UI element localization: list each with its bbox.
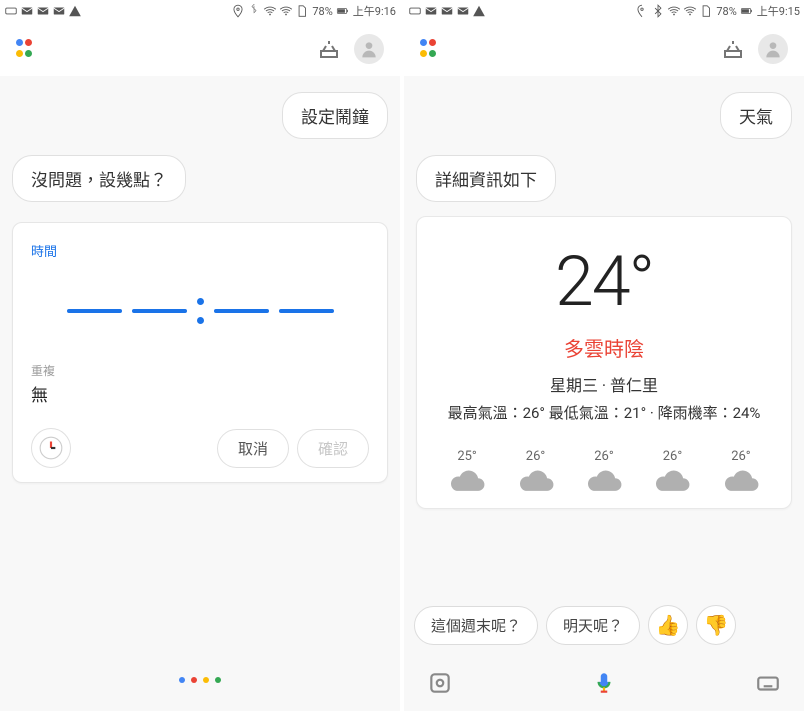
status-time: 上午9:16	[353, 3, 396, 19]
location-icon	[635, 4, 649, 18]
bluetooth-icon	[651, 4, 665, 18]
chip-thumbs-up[interactable]: 👍	[648, 605, 688, 645]
time-picker[interactable]	[31, 276, 369, 346]
phone-left: 78% 上午9:16 設定鬧鐘 沒問題，設幾點？ 時間	[0, 0, 400, 711]
repeat-label: 重複	[31, 362, 369, 379]
battery-percent: 78%	[312, 5, 332, 18]
wifi-icon	[263, 4, 277, 18]
user-message: 天氣	[720, 92, 792, 139]
account-avatar-icon[interactable]	[354, 34, 384, 64]
account-avatar-icon[interactable]	[758, 34, 788, 64]
sim-icon	[295, 4, 309, 18]
confirm-button: 確認	[297, 429, 369, 468]
cloud-icon	[653, 470, 691, 500]
forecast-day: 26°	[711, 449, 771, 500]
cancel-button[interactable]: 取消	[217, 429, 289, 468]
ime-icon	[408, 4, 422, 18]
explore-icon[interactable]	[314, 34, 344, 64]
alarm-card: 時間 重複 無 取消 確認	[12, 222, 388, 483]
assistant-header	[0, 22, 400, 76]
lens-icon[interactable]	[426, 669, 454, 697]
battery-icon	[739, 4, 753, 18]
warning-icon	[68, 4, 82, 18]
time-label: 時間	[31, 241, 369, 260]
weather-card[interactable]: 24° 多雲時陰 星期三 · 普仁里 最高氣溫：26° 最低氣溫：21° · 降…	[416, 216, 792, 509]
weather-condition: 多雲時陰	[433, 333, 775, 362]
ime-icon	[4, 4, 18, 18]
status-bar: 78% 上午9:16	[0, 0, 400, 22]
microphone-icon[interactable]	[590, 669, 618, 697]
forecast-day: 26°	[642, 449, 702, 500]
conversation-area: 天氣 詳細資訊如下 24° 多雲時陰 星期三 · 普仁里 最高氣溫：26° 最低…	[404, 76, 804, 595]
weather-range: 最高氣溫：26° 最低氣溫：21° · 降雨機率：24%	[433, 402, 775, 425]
forecast-day: 26°	[574, 449, 634, 500]
battery-percent: 78%	[716, 5, 736, 18]
forecast-day: 25°	[437, 449, 497, 500]
forecast-day: 26°	[505, 449, 565, 500]
forecast-temp: 25°	[457, 449, 476, 464]
hour-slot-1[interactable]	[67, 309, 122, 313]
keyboard-icon[interactable]	[754, 669, 782, 697]
explore-icon[interactable]	[718, 34, 748, 64]
suggestion-chips-row: 這個週末呢？ 明天呢？ 👍 👎	[404, 595, 804, 655]
mail-icon	[52, 4, 66, 18]
cloud-icon	[722, 470, 760, 500]
repeat-value[interactable]: 無	[31, 381, 369, 406]
mail-icon	[456, 4, 470, 18]
forecast-temp: 26°	[526, 449, 545, 464]
assistant-logo-icon	[420, 39, 440, 59]
cloud-icon	[585, 470, 623, 500]
user-message: 設定鬧鐘	[282, 92, 388, 139]
phone-right: 78% 上午9:15 天氣 詳細資訊如下 24° 多雲時陰 星期三 · 普仁里 …	[404, 0, 804, 711]
minute-slot-1[interactable]	[214, 309, 269, 313]
warning-icon	[472, 4, 486, 18]
wifi-icon	[279, 4, 293, 18]
time-colon	[197, 298, 204, 324]
cloud-icon	[517, 470, 555, 500]
mail-icon	[36, 4, 50, 18]
mail-icon	[424, 4, 438, 18]
forecast-temp: 26°	[663, 449, 682, 464]
chip-tomorrow[interactable]: 明天呢？	[546, 606, 640, 645]
clock-icon[interactable]	[31, 428, 71, 468]
weather-temperature: 24°	[433, 241, 775, 323]
forecast-temp: 26°	[731, 449, 750, 464]
wifi-icon	[683, 4, 697, 18]
weather-day-location: 星期三 · 普仁里	[433, 372, 775, 396]
location-icon	[231, 4, 245, 18]
assistant-message: 詳細資訊如下	[416, 155, 556, 202]
chip-thumbs-down[interactable]: 👎	[696, 605, 736, 645]
mail-icon	[440, 4, 454, 18]
status-bar: 78% 上午9:15	[404, 0, 804, 22]
assistant-header	[404, 22, 804, 76]
sim-icon	[699, 4, 713, 18]
hour-slot-2[interactable]	[132, 309, 187, 313]
minute-slot-2[interactable]	[279, 309, 334, 313]
assistant-logo-icon	[16, 39, 36, 59]
wifi-icon	[667, 4, 681, 18]
chip-weekend[interactable]: 這個週末呢？	[414, 606, 538, 645]
status-time: 上午9:15	[757, 3, 800, 19]
battery-icon	[335, 4, 349, 18]
forecast-temp: 26°	[594, 449, 613, 464]
input-bar	[404, 655, 804, 711]
bluetooth-icon	[247, 4, 261, 18]
cloud-icon	[448, 470, 486, 500]
assistant-message: 沒問題，設幾點？	[12, 155, 186, 202]
assistant-listening-dots-icon[interactable]	[12, 657, 388, 703]
conversation-area: 設定鬧鐘 沒問題，設幾點？ 時間 重複 無 取消 確認	[0, 76, 400, 711]
weather-forecast-row: 25° 26° 26° 26° 26°	[433, 449, 775, 500]
mail-icon	[20, 4, 34, 18]
